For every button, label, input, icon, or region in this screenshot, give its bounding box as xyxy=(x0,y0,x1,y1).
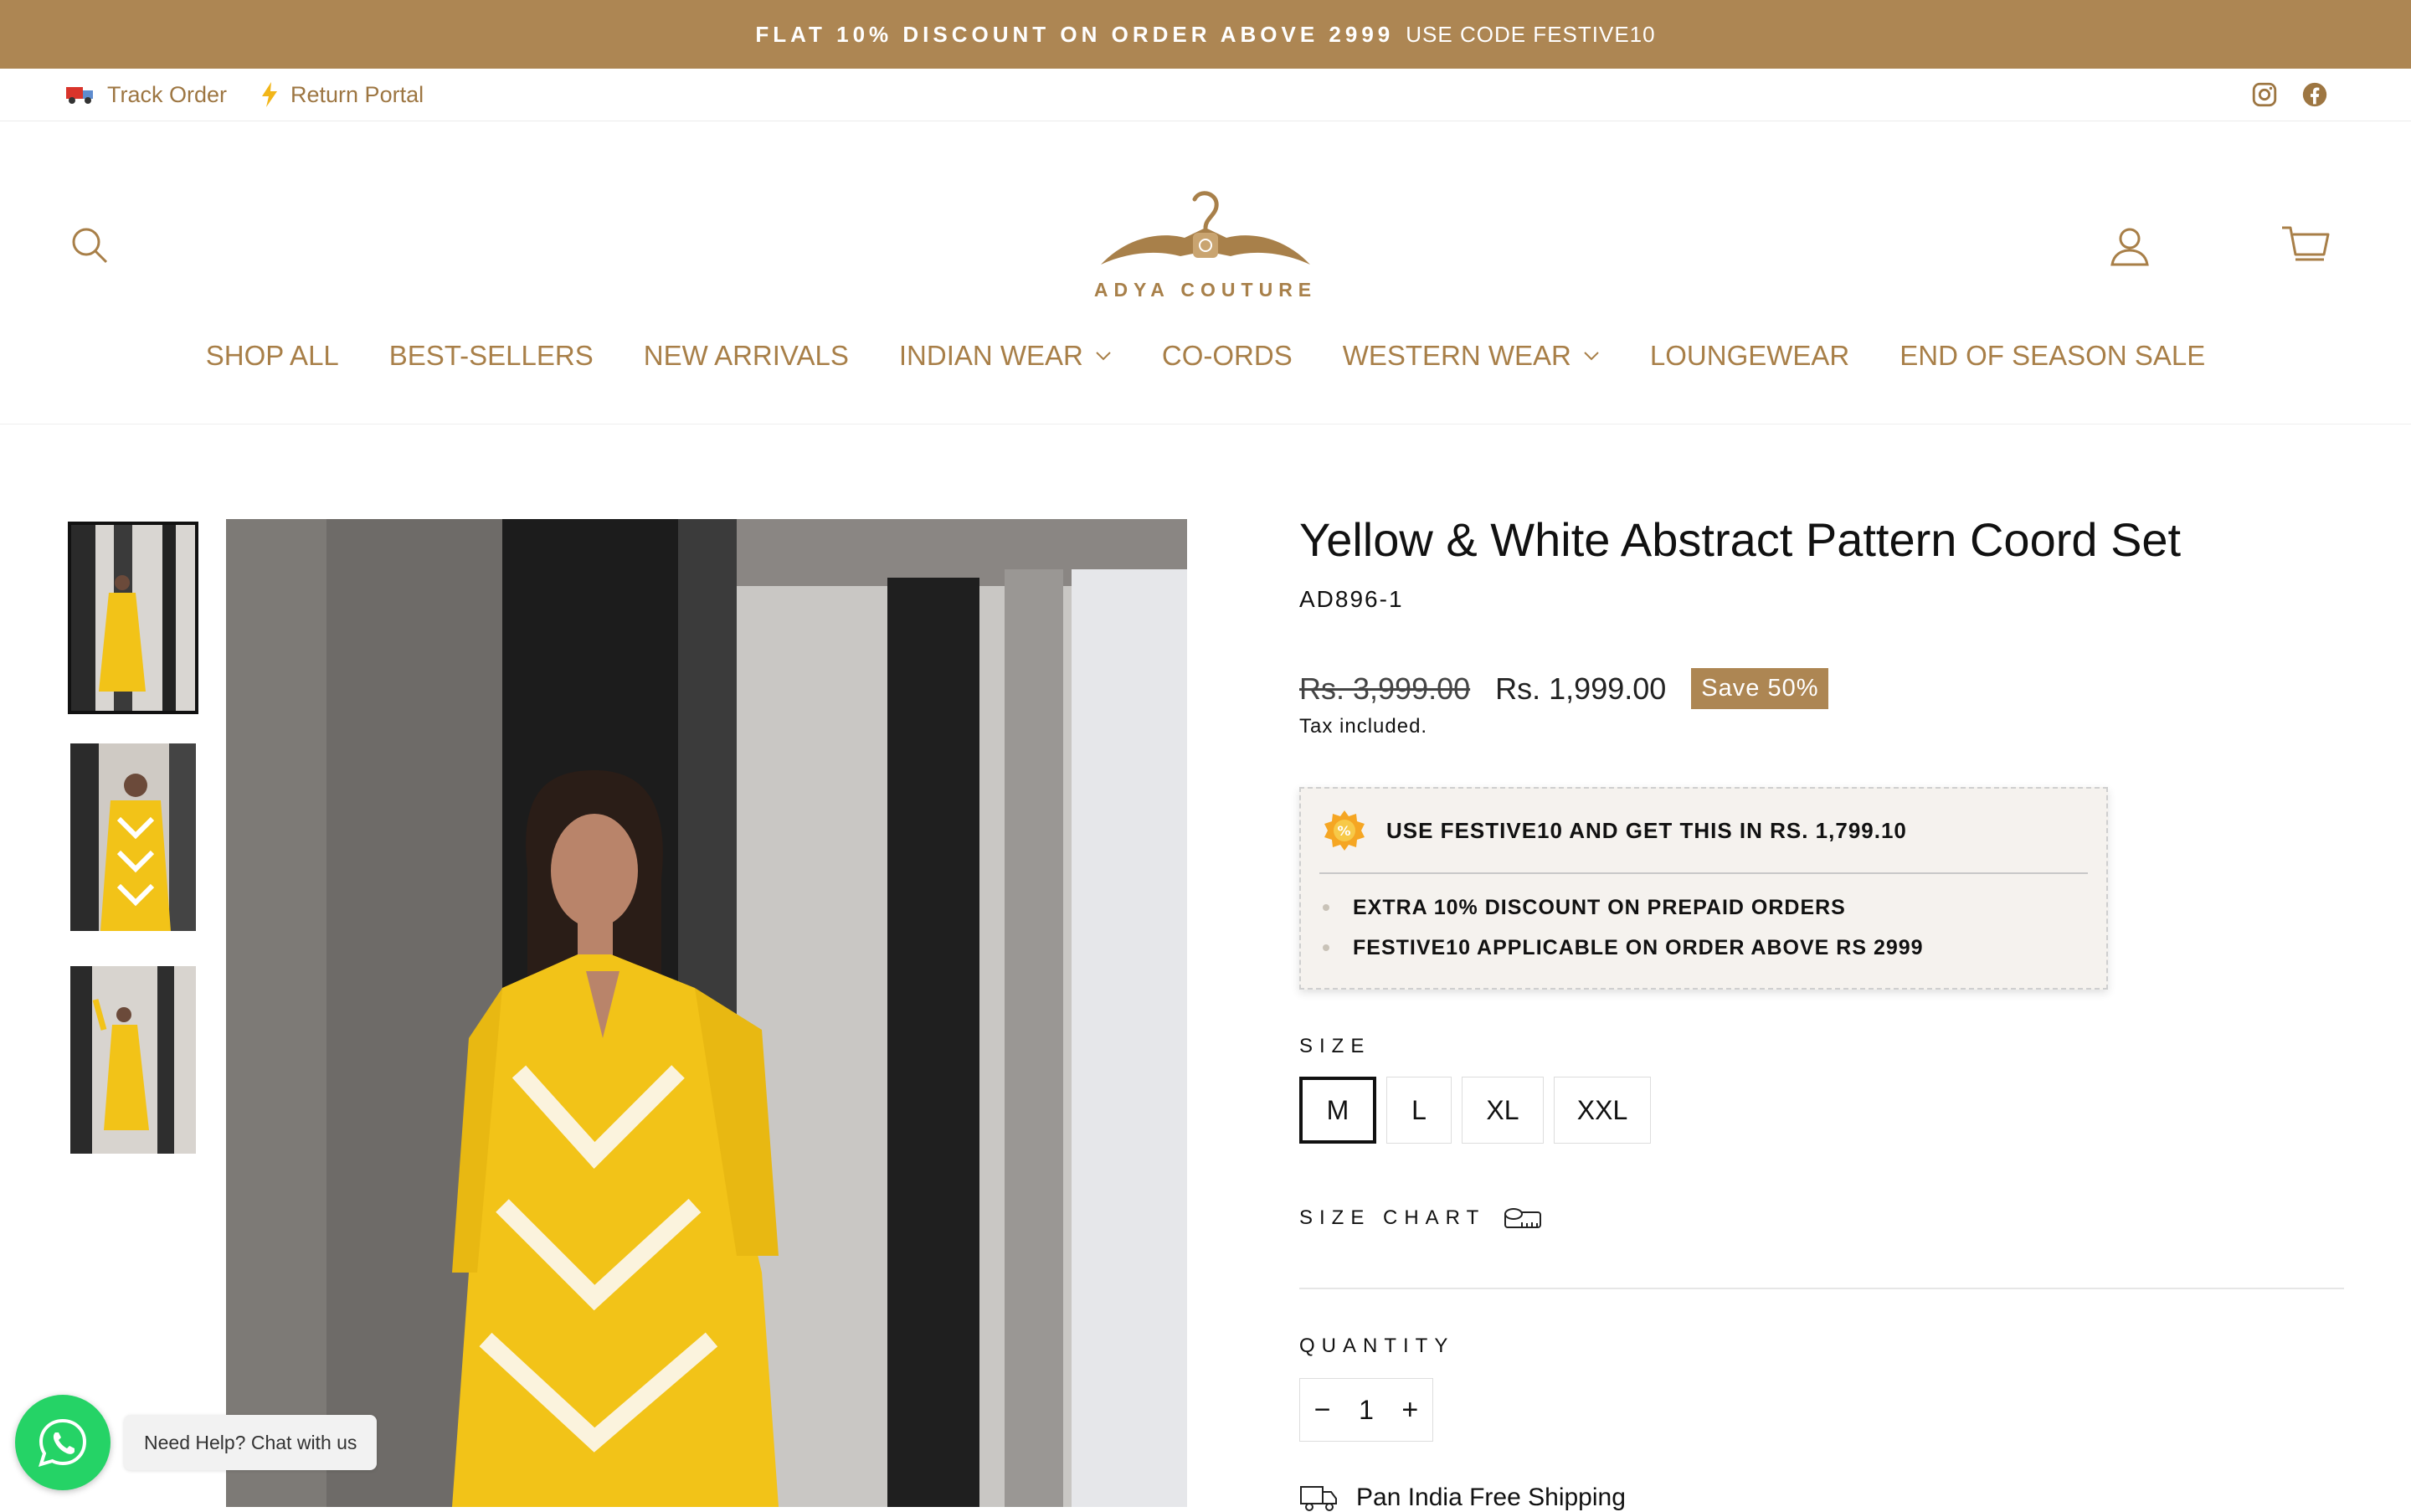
size-selector: M L XL XXL xyxy=(1299,1077,1651,1144)
bullet-dot xyxy=(1323,904,1329,911)
nav-western-wear[interactable]: WESTERN WEAR xyxy=(1343,340,1600,372)
nav-shop-all[interactable]: SHOP ALL xyxy=(206,340,339,372)
search-icon[interactable] xyxy=(69,224,111,266)
quantity-increase-button[interactable]: + xyxy=(1401,1394,1418,1427)
announcement-bar: FLAT 10% DISCOUNT ON ORDER ABOVE 2999 US… xyxy=(0,0,2411,69)
chevron-down-icon xyxy=(1096,352,1111,361)
tax-note: Tax included. xyxy=(1299,715,1428,738)
track-order-label: Track Order xyxy=(107,81,228,107)
size-chart-label: SIZE CHART xyxy=(1299,1206,1486,1229)
announcement-text: FLAT 10% DISCOUNT ON ORDER ABOVE 2999 xyxy=(755,21,1395,47)
size-chart-link[interactable]: SIZE CHART xyxy=(1299,1206,1542,1231)
main-nav: SHOP ALL BEST-SELLERS NEW ARRIVALS INDIA… xyxy=(0,340,2411,372)
instagram-icon[interactable] xyxy=(2250,80,2279,109)
product-thumbnail-3[interactable] xyxy=(70,966,196,1154)
delivery-truck-icon xyxy=(1300,1486,1337,1511)
shipping-note-text: Pan India Free Shipping xyxy=(1356,1484,1626,1511)
thumbnail-image xyxy=(70,743,196,931)
thumbnail-image xyxy=(70,524,196,712)
facebook-icon[interactable] xyxy=(2300,80,2329,109)
product-thumbnail-2[interactable] xyxy=(70,743,196,931)
offer-divider xyxy=(1319,872,2088,874)
hanger-logo-icon xyxy=(1101,191,1310,265)
nav-label: SHOP ALL xyxy=(205,340,339,371)
whatsapp-button[interactable] xyxy=(15,1395,111,1490)
nav-label: WESTERN WEAR xyxy=(1342,340,1571,371)
offer-list: EXTRA 10% DISCOUNT ON PREPAID ORDERS FES… xyxy=(1323,887,1924,968)
quantity-label: QUANTITY xyxy=(1299,1335,1455,1357)
nav-best-sellers[interactable]: BEST-SELLERS xyxy=(389,340,594,372)
compare-price: Rs. 3,999.00 xyxy=(1299,671,1471,706)
shipping-note: Pan India Free Shipping xyxy=(1299,1484,1626,1512)
offer-headline: % USE FESTIVE10 AND GET THIS IN RS. 1,79… xyxy=(1323,809,1907,852)
size-option-xl[interactable]: XL xyxy=(1462,1077,1544,1144)
product-main-image[interactable] xyxy=(226,519,1187,1507)
nav-indian-wear[interactable]: INDIAN WEAR xyxy=(899,340,1112,372)
thumbnail-image xyxy=(70,966,196,1154)
size-label: SIZE xyxy=(1299,1035,1371,1057)
return-portal-label: Return Portal xyxy=(290,81,424,107)
track-order-link[interactable]: Track Order xyxy=(65,82,227,108)
quantity-stepper: − 1 + xyxy=(1299,1378,1433,1442)
offer-box: % USE FESTIVE10 AND GET THIS IN RS. 1,79… xyxy=(1299,787,2108,990)
social-links xyxy=(2250,80,2329,109)
announcement-code: USE CODE FESTIVE10 xyxy=(1406,21,1656,47)
truck-icon xyxy=(66,87,93,104)
quantity-input[interactable]: 1 xyxy=(1359,1395,1374,1426)
whatsapp-chat-text: Need Help? Chat with us xyxy=(144,1431,357,1453)
logo-text: ADYA COUTURE xyxy=(1093,279,1318,301)
measuring-tape-icon xyxy=(1504,1208,1542,1228)
offer-headline-text: USE FESTIVE10 AND GET THIS IN RS. 1,799.… xyxy=(1386,817,1907,843)
nav-new-arrivals[interactable]: NEW ARRIVALS xyxy=(644,340,849,372)
site-logo[interactable]: ADYA COUTURE xyxy=(1088,179,1323,313)
nav-loungewear[interactable]: LOUNGEWEAR xyxy=(1650,340,1849,372)
section-divider xyxy=(1299,1288,2344,1289)
nav-co-ords[interactable]: CO-ORDS xyxy=(1162,340,1293,372)
quantity-decrease-button[interactable]: − xyxy=(1314,1394,1331,1427)
whatsapp-chat-chip[interactable]: Need Help? Chat with us xyxy=(124,1415,378,1470)
save-badge: Save 50% xyxy=(1691,668,1829,709)
cart-icon[interactable] xyxy=(2280,223,2331,266)
whatsapp-icon xyxy=(38,1418,87,1467)
nav-label: CO-ORDS xyxy=(1161,340,1293,371)
sale-price: Rs. 1,999.00 xyxy=(1495,671,1667,706)
chevron-down-icon xyxy=(1584,352,1599,361)
size-option-xxl[interactable]: XXL xyxy=(1554,1077,1651,1144)
price-row: Rs. 3,999.00 Rs. 1,999.00 Save 50% xyxy=(1299,668,1829,709)
product-thumbnail-1[interactable] xyxy=(68,522,198,714)
nav-end-of-season-sale[interactable]: END OF SEASON SALE xyxy=(1899,340,2205,372)
account-icon[interactable] xyxy=(2108,224,2151,268)
return-portal-link[interactable]: Return Portal xyxy=(260,82,424,108)
nav-label: LOUNGEWEAR xyxy=(1649,340,1850,371)
bullet-dot xyxy=(1323,944,1329,951)
nav-label: BEST-SELLERS xyxy=(388,340,594,371)
offer-item: EXTRA 10% DISCOUNT ON PREPAID ORDERS xyxy=(1323,887,1924,928)
utility-bar: Track Order Return Portal xyxy=(0,69,2411,121)
product-title: Yellow & White Abstract Pattern Coord Se… xyxy=(1299,513,2182,566)
discount-badge-icon: % xyxy=(1324,810,1365,851)
offer-item-text: FESTIVE10 APPLICABLE ON ORDER ABOVE RS 2… xyxy=(1353,935,1924,959)
svg-text:%: % xyxy=(1337,823,1351,839)
product-sku: AD896-1 xyxy=(1299,586,1404,612)
size-option-m[interactable]: M xyxy=(1299,1077,1376,1144)
nav-label: END OF SEASON SALE xyxy=(1899,340,2206,371)
lightning-icon xyxy=(262,82,278,107)
offer-item: FESTIVE10 APPLICABLE ON ORDER ABOVE RS 2… xyxy=(1323,928,1924,968)
nav-label: INDIAN WEAR xyxy=(898,340,1083,371)
utility-links: Track Order Return Portal xyxy=(65,82,424,108)
main-image-graphic xyxy=(226,519,1187,1507)
nav-label: NEW ARRIVALS xyxy=(643,340,849,371)
site-header: ADYA COUTURE SHOP ALL BEST-SELLERS NEW A… xyxy=(0,121,2411,424)
offer-item-text: EXTRA 10% DISCOUNT ON PREPAID ORDERS xyxy=(1353,895,1846,919)
size-option-l[interactable]: L xyxy=(1386,1077,1452,1144)
